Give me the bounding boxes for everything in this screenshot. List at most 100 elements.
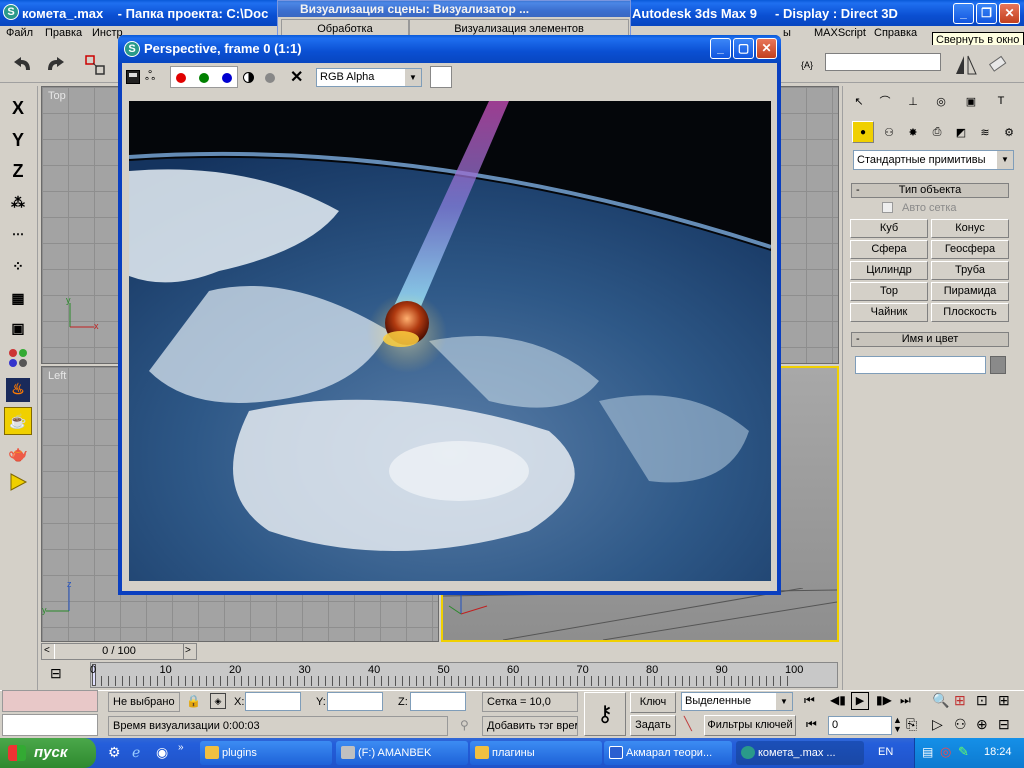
quicklaunch-icon-1[interactable]: ⚙ [108,744,121,761]
box-button[interactable]: Куб [850,219,928,238]
key-filter-icon[interactable]: ╲ [684,716,692,732]
x-field[interactable] [245,692,301,711]
blue-channel-icon[interactable] [222,73,232,83]
play-icon[interactable]: ▶ [851,692,869,710]
schematic-icon[interactable]: ▣ [0,312,36,344]
trackbar-toggle-icon[interactable]: ⊟ [50,665,70,685]
molecule-icon[interactable]: ⁂ [0,186,36,218]
key-filters-button[interactable]: Фильтры ключей [704,715,796,736]
pan-icon[interactable]: ⚇ [954,716,967,733]
channel-dropdown[interactable]: RGB Alpha ▼ [316,68,422,87]
z-field[interactable] [410,692,466,711]
ie-icon[interactable]: ℯ [132,744,140,761]
create-tab-icon[interactable]: ↖ [846,88,872,114]
menu-file[interactable]: Файл [6,27,33,39]
task-plaginy[interactable]: плагины [470,741,602,765]
orbit-icon[interactable]: ⊕ [976,716,988,733]
task-word[interactable]: Акмарал теори... [604,741,732,765]
restrict-x-icon[interactable]: X [0,92,36,124]
next-key-icon[interactable]: ▮▶ [876,693,892,707]
maxscript-listener-bottom[interactable] [2,714,98,736]
restrict-y-icon[interactable]: Y [0,124,36,156]
time-config-icon[interactable]: ⎘ [906,716,917,733]
tube-button[interactable]: Труба [931,261,1009,280]
abc-icon[interactable]: {A} [794,52,820,78]
tray-icon-1[interactable]: ▤ [922,745,933,759]
spinner-icon[interactable]: ▲ ▼ [893,716,902,734]
zoom-all-icon[interactable]: ⊞ [954,692,966,709]
start-button[interactable]: пуск [0,738,96,768]
shapes-icon[interactable]: ⚇ [876,119,902,145]
object-name-field[interactable] [855,356,986,374]
redo-icon[interactable] [42,52,68,78]
modify-tab-icon[interactable]: ⌒ [872,88,898,114]
render-scene-icon[interactable]: ☕ [0,405,36,437]
primitives-dropdown[interactable]: Стандартные примитивы ▼ [853,150,1014,170]
max-toggle-icon[interactable]: ⊟ [998,716,1010,733]
array-icon[interactable]: ⋯ [0,218,36,250]
add-time-tag[interactable]: Добавить тэг врем [482,716,578,736]
task-plugins[interactable]: plugins [200,741,332,765]
color-swatch[interactable] [430,66,452,88]
restrict-z-icon[interactable]: Z [0,155,36,187]
minimize-button[interactable]: _ [953,3,974,24]
next-frame-icon[interactable]: > [185,645,191,656]
prev-frame-icon[interactable]: < [44,645,50,656]
set-key-icon[interactable]: ⚷ [584,692,626,736]
undo-icon[interactable] [10,52,36,78]
prev-key-icon[interactable]: ◀▮ [830,693,846,707]
spacewarps-icon[interactable]: ≋ [972,119,998,145]
maximize-button[interactable]: ❐ [976,3,997,24]
autogrid-checkbox[interactable] [882,202,893,213]
menu-help[interactable]: Справка [874,27,917,39]
frame-window-icon[interactable]: S [124,41,140,57]
sphere-button[interactable]: Сфера [850,240,928,259]
menu-edit[interactable]: Правка [45,27,82,39]
frame-close-button[interactable]: ✕ [756,38,777,59]
autokey-button[interactable]: Ключ [630,692,676,713]
torus-button[interactable]: Тор [850,282,928,301]
mono-icon[interactable] [265,73,275,83]
menu-partial[interactable]: ы [783,27,791,39]
teapot-button[interactable]: Чайник [850,303,928,322]
play-render-icon[interactable] [0,466,36,498]
quicklaunch-icon-3[interactable]: ◉ [156,744,168,761]
abs-mode-icon[interactable]: ◈ [210,693,226,709]
tray-icon-3[interactable]: ✎ [958,744,969,760]
zoom-extents-icon[interactable]: ⊡ [976,692,988,709]
zoom-extents-all-icon[interactable]: ⊞ [998,692,1010,709]
cylinder-button[interactable]: Цилиндр [850,261,928,280]
lock-icon[interactable]: 🔒 [186,694,201,708]
frame-field[interactable]: 0 [828,716,892,735]
alpha-channel-icon[interactable] [243,72,254,83]
cone-button[interactable]: Конус [931,219,1009,238]
geometry-icon[interactable]: ● [852,121,874,143]
key-mode-icon[interactable]: ⏮ [806,717,817,732]
selected-dropdown[interactable]: Выделенные ▼ [681,692,793,711]
object-type-rollout[interactable]: - Тип объекта [851,183,1009,198]
task-drive[interactable]: (F:) AMANBEK [336,741,468,765]
systems-icon[interactable]: ⚙ [996,119,1022,145]
go-end-icon[interactable]: ⏭ [900,693,911,708]
app-icon[interactable]: S [3,4,19,20]
eraser-icon[interactable] [985,52,1011,78]
cameras-icon[interactable]: ⎙ [924,119,950,145]
named-selection-field[interactable] [825,53,941,71]
mirror-icon[interactable] [953,52,979,78]
display-tab-icon[interactable]: ▣ [958,88,984,114]
go-start-icon[interactable]: ⏮ [804,693,815,708]
render-setup-icon[interactable]: ♨ [0,374,36,406]
save-icon[interactable] [126,70,140,84]
align-icon[interactable]: ▦ [0,282,36,314]
clear-icon[interactable]: ✕ [290,67,303,87]
plane-button[interactable]: Плоскость [931,303,1009,322]
select-link-icon[interactable] [82,52,108,78]
task-3dsmax[interactable]: комета_.max ... [736,741,864,765]
geosphere-button[interactable]: Геосфера [931,240,1009,259]
red-channel-icon[interactable] [176,73,186,83]
clone-icon[interactable]: ஃ [145,68,155,85]
slider-thumb[interactable]: 0 / 100 [54,644,184,659]
zoom-icon[interactable]: 🔍 [932,692,949,709]
quicklaunch-icon-4[interactable]: » [178,742,184,753]
frame-minimize-button[interactable]: _ [710,38,731,59]
